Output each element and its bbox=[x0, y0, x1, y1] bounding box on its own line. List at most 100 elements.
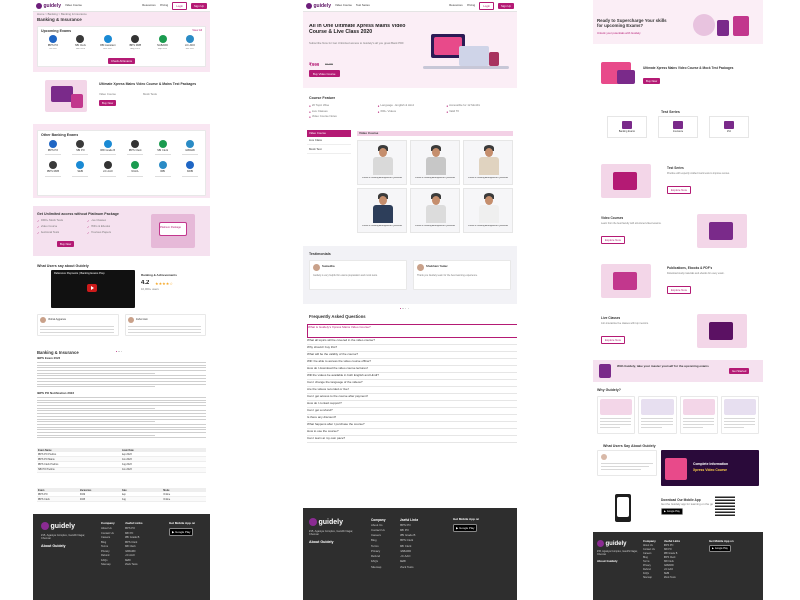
exam-tile[interactable]: IBPS PO Oct 2023 bbox=[41, 35, 65, 57]
footer-link[interactable]: IBPS Clerk bbox=[400, 539, 419, 543]
course-card[interactable]: Puzzle & Seating Arrangement Questions bbox=[357, 188, 407, 233]
footer-logo[interactable]: guidely bbox=[597, 540, 627, 547]
exam-tile[interactable]: NIACL bbox=[123, 161, 147, 177]
footer-link[interactable]: Blog bbox=[101, 541, 115, 544]
exam-tile[interactable]: IBPS Clerk bbox=[123, 140, 147, 156]
footer-link[interactable]: SEBI bbox=[664, 572, 681, 575]
login-button[interactable]: Login bbox=[479, 1, 495, 10]
footer-link[interactable]: SEBI bbox=[125, 559, 143, 562]
footer-link[interactable]: Terms bbox=[643, 560, 656, 563]
footer-link[interactable]: SBI PO bbox=[400, 529, 419, 533]
faq-item[interactable]: Why should I buy this?⌄ bbox=[307, 345, 517, 352]
footer-link[interactable]: SBI PO bbox=[664, 548, 681, 551]
test-series-card[interactable]: SSC bbox=[709, 116, 749, 138]
faq-item[interactable]: Can I change the language of the videos?… bbox=[307, 380, 517, 387]
exam-tile[interactable]: RBI Grade B bbox=[96, 140, 120, 156]
course-card[interactable]: Puzzle & Seating Arrangement Questions bbox=[410, 188, 460, 233]
section-explore-button[interactable]: Explore Now bbox=[667, 186, 691, 194]
cta-button[interactable]: Get Started bbox=[729, 368, 750, 374]
signup-button[interactable]: Sign Up bbox=[498, 2, 514, 9]
footer-link[interactable]: Contact Us bbox=[101, 532, 115, 535]
faq-item[interactable]: What is Guidely's Xpress Mains Video Cou… bbox=[307, 324, 517, 338]
logo[interactable]: guidely bbox=[36, 2, 61, 9]
test-series-card[interactable]: Banking Exams bbox=[607, 116, 647, 138]
exam-tile[interactable]: IBPS RRB Aug 2023 bbox=[123, 35, 147, 57]
footer-link[interactable]: Mock Tests bbox=[664, 576, 681, 579]
faq-item[interactable]: Will the videos be available in both Eng… bbox=[307, 373, 517, 380]
footer-link[interactable]: Refund bbox=[101, 554, 115, 557]
nav-video-course[interactable]: Video Course bbox=[335, 4, 352, 8]
footer-link[interactable]: Careers bbox=[371, 534, 386, 538]
testimonial-video[interactable]: Reference Payments | Banking Exams Prep bbox=[51, 270, 135, 308]
footer-link[interactable]: Careers bbox=[101, 536, 115, 539]
faq-item[interactable]: Will I be able to access the video cours… bbox=[307, 359, 517, 366]
faq-item[interactable]: How do I download the video course lectu… bbox=[307, 366, 517, 373]
view-all-link[interactable]: View All bbox=[192, 29, 202, 33]
course-card[interactable]: Puzzle & Seating Arrangement Questions bbox=[357, 140, 407, 185]
nav-resources[interactable]: Resources bbox=[449, 4, 462, 8]
footer-logo[interactable]: guidely bbox=[309, 518, 343, 526]
signup-button[interactable]: Sign Up bbox=[191, 2, 207, 9]
nav-test-series[interactable]: Test Series bbox=[356, 4, 370, 8]
footer-link[interactable]: RBI Grade B bbox=[664, 552, 681, 555]
footer-link[interactable]: Blog bbox=[643, 556, 656, 559]
unlimited-buy-button[interactable]: Buy Now bbox=[57, 241, 75, 247]
login-button[interactable]: Login bbox=[172, 1, 188, 10]
footer-link[interactable]: SBI PO bbox=[125, 532, 143, 535]
exam-tile[interactable]: LIC ADO Jan 2024 bbox=[178, 35, 202, 57]
footer-link[interactable]: Mock Tests bbox=[400, 566, 419, 570]
footer-link[interactable]: IBPS PO bbox=[400, 524, 419, 528]
exam-tile[interactable]: SEBI bbox=[68, 161, 92, 177]
check-all-exams-button[interactable]: Check All Exams bbox=[108, 58, 135, 64]
footer-link[interactable]: Contact Us bbox=[371, 529, 386, 533]
footer-link[interactable]: Blog bbox=[371, 539, 386, 543]
footer-link[interactable]: SBI Clerk bbox=[664, 560, 681, 563]
footer-link[interactable]: Sitemap bbox=[643, 576, 656, 579]
course-card[interactable]: Puzzle & Seating Arrangement Questions bbox=[463, 140, 513, 185]
footer-logo[interactable]: guidely bbox=[41, 522, 75, 530]
faq-item[interactable]: What will be the validity of the course?… bbox=[307, 352, 517, 359]
google-play-button[interactable]: ▶ Google Play bbox=[453, 524, 478, 532]
exam-tile[interactable]: RBI Assistant Dec 2023 bbox=[96, 35, 120, 57]
exam-tile[interactable]: SBI Clerk Nov 2023 bbox=[68, 35, 92, 57]
footer-link[interactable]: IBPS Clerk bbox=[125, 541, 143, 544]
footer-link[interactable]: SBI Clerk bbox=[400, 545, 419, 549]
footer-link[interactable]: Privacy bbox=[371, 550, 386, 554]
footer-link[interactable]: About Us bbox=[643, 544, 656, 547]
footer-link[interactable]: About Us bbox=[101, 527, 115, 530]
course-card[interactable]: Puzzle & Seating Arrangement Questions bbox=[463, 188, 513, 233]
footer-link[interactable]: Privacy bbox=[101, 550, 115, 553]
footer-link[interactable]: Contact Us bbox=[643, 548, 656, 551]
footer-link[interactable]: RBI Grade B bbox=[125, 536, 143, 539]
exam-tile[interactable]: NABARD bbox=[178, 140, 202, 156]
section-explore-button[interactable]: Explore Now bbox=[601, 336, 625, 344]
footer-link[interactable]: IBPS PO bbox=[664, 544, 681, 547]
exam-tile[interactable]: SIDBI bbox=[178, 161, 202, 177]
footer-link[interactable]: Mock Tests bbox=[125, 563, 143, 566]
footer-link[interactable]: Terms bbox=[101, 545, 115, 548]
faq-item[interactable]: What all topics will be covered in the v… bbox=[307, 338, 517, 345]
faq-item[interactable]: Can I learn at my own pace?⌄ bbox=[307, 436, 517, 443]
footer-link[interactable]: FAQs bbox=[643, 572, 656, 575]
footer-link[interactable]: Sitemap bbox=[371, 566, 386, 570]
footer-link[interactable]: IBPS PO bbox=[125, 527, 143, 530]
nav-pricing[interactable]: Pricing bbox=[160, 4, 169, 8]
footer-link[interactable]: Privacy bbox=[643, 564, 656, 567]
tab-item[interactable]: Mock Test bbox=[307, 146, 351, 154]
footer-link[interactable]: LIC AAO bbox=[664, 568, 681, 571]
footer-link[interactable]: Refund bbox=[643, 568, 656, 571]
footer-link[interactable]: Refund bbox=[371, 555, 386, 559]
faq-item[interactable]: How to use the course?⌄ bbox=[307, 429, 517, 436]
exam-tile[interactable]: IDBI bbox=[151, 161, 175, 177]
footer-link[interactable]: SBI Clerk bbox=[125, 545, 143, 548]
footer-link[interactable]: IBPS Clerk bbox=[664, 556, 681, 559]
exam-tile[interactable]: IBPS PO bbox=[41, 140, 65, 156]
exam-tile[interactable]: LIC AAO bbox=[96, 161, 120, 177]
footer-link[interactable]: LIC AAO bbox=[400, 555, 419, 559]
google-play-button[interactable]: ▶ Google Play bbox=[169, 528, 194, 536]
exam-tile[interactable]: IBPS RRB bbox=[41, 161, 65, 177]
footer-link[interactable]: Careers bbox=[643, 552, 656, 555]
footer-link[interactable]: FAQs bbox=[371, 560, 386, 564]
nav-video-course[interactable]: Video Course bbox=[65, 4, 82, 8]
course-card[interactable]: Puzzle & Seating Arrangement Questions bbox=[410, 140, 460, 185]
